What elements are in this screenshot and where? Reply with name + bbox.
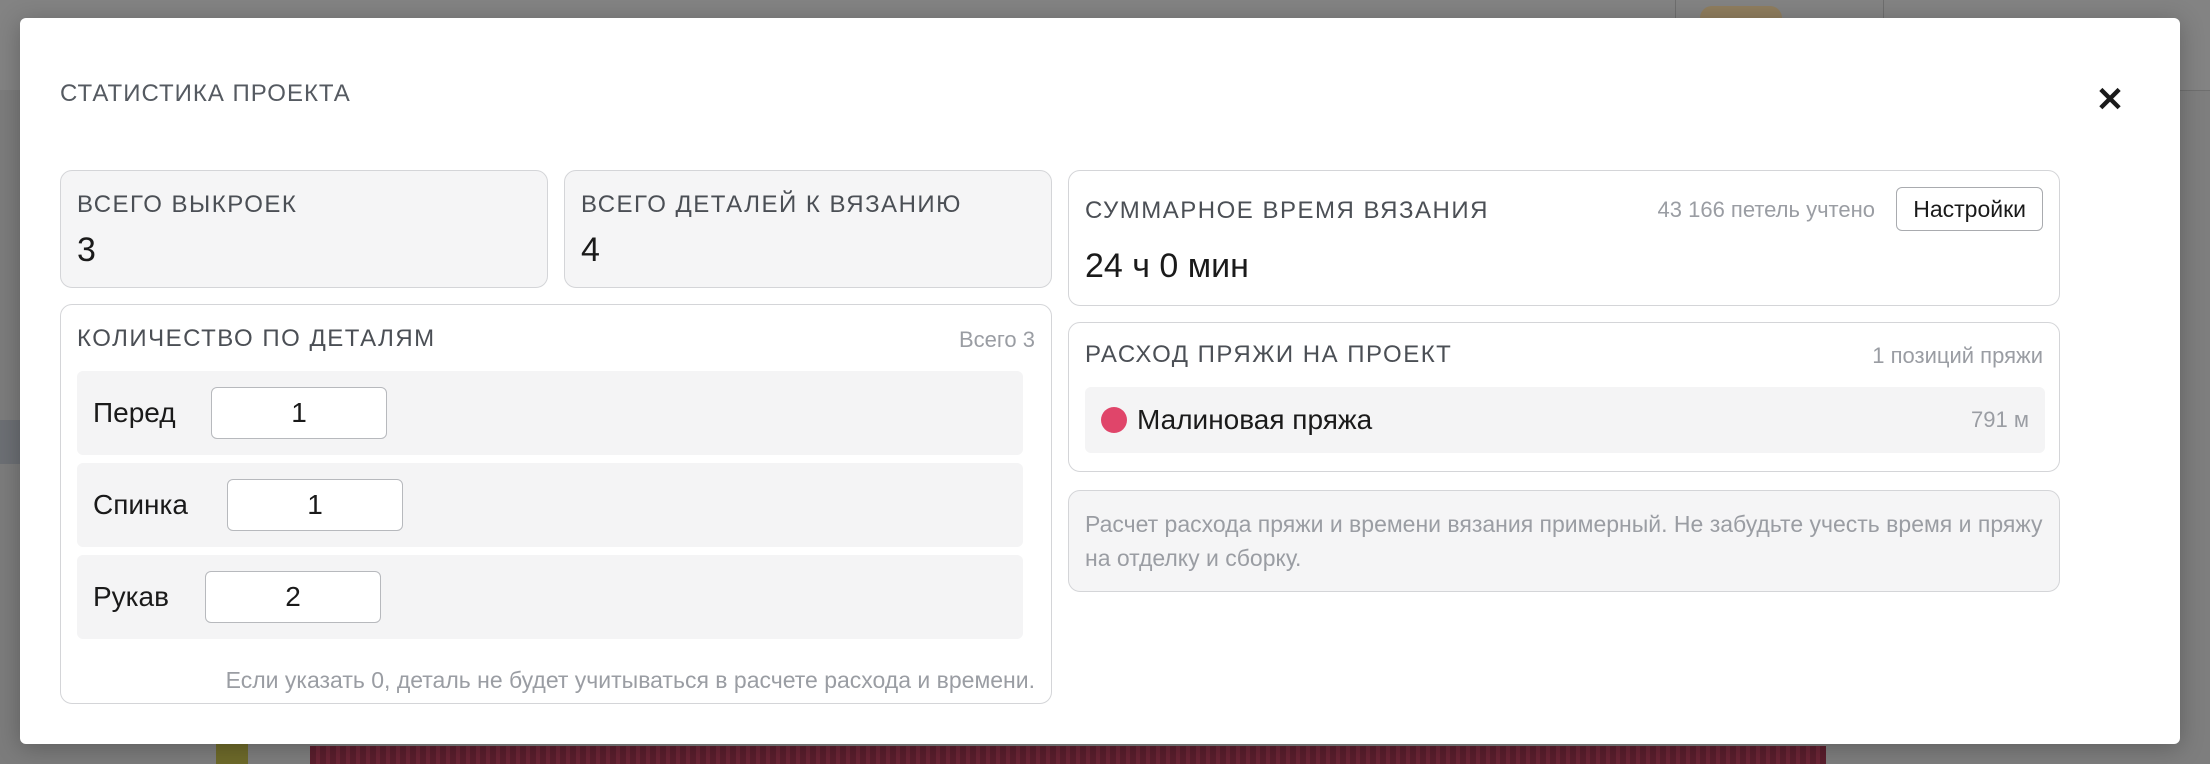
total-patterns-card: ВСЕГО ВЫКРОЕК 3 xyxy=(60,170,548,288)
part-name: Рукав xyxy=(93,581,169,612)
part-row: Рукав xyxy=(77,555,1023,639)
yarn-positions-count: 1 позиций пряжи xyxy=(1872,343,2043,368)
yarn-usage-label: РАСХОД ПРЯЖИ НА ПРОЕКТ xyxy=(1085,341,1453,368)
quantity-by-parts-card: КОЛИЧЕСТВО ПО ДЕТАЛЯМ Всего 3 Перед Спин… xyxy=(60,304,1052,704)
part-name: Перед xyxy=(93,397,176,428)
part-quantity-input[interactable] xyxy=(227,479,403,531)
part-name: Спинка xyxy=(93,489,188,520)
quantity-by-parts-label: КОЛИЧЕСТВО ПО ДЕТАЛЯМ xyxy=(77,325,436,352)
stitches-counted: 43 166 петель учтено xyxy=(1657,197,1875,222)
total-parts-value: 4 xyxy=(581,231,600,269)
yarn-length: 791 м xyxy=(1971,407,2029,432)
part-quantity-input[interactable] xyxy=(211,387,387,439)
background-selection xyxy=(0,420,22,464)
background-row-label xyxy=(216,744,248,764)
yarn-item: Малиновая пряжа 791 м xyxy=(1085,387,2045,453)
project-statistics-modal: СТАТИСТИКА ПРОЕКТА ✕ ВСЕГО ВЫКРОЕК 3 ВСЕ… xyxy=(20,18,2180,744)
knitting-time-card: СУММАРНОЕ ВРЕМЯ ВЯЗАНИЯ 43 166 петель уч… xyxy=(1068,170,2060,306)
yarn-usage-card: РАСХОД ПРЯЖИ НА ПРОЕКТ 1 позиций пряжи М… xyxy=(1068,322,2060,472)
total-patterns-label: ВСЕГО ВЫКРОЕК xyxy=(77,191,298,218)
part-row: Перед xyxy=(77,371,1023,455)
background-knit-chart-strip xyxy=(310,746,1826,764)
yarn-name: Малиновая пряжа xyxy=(1137,404,1373,435)
knitting-time-label: СУММАРНОЕ ВРЕМЯ ВЯЗАНИЯ xyxy=(1085,197,1489,224)
total-parts-card: ВСЕГО ДЕТАЛЕЙ К ВЯЗАНИЮ 4 xyxy=(564,170,1052,288)
estimate-note-card: Расчет расхода пряжи и времени вязания п… xyxy=(1068,490,2060,592)
quantity-hint: Если указать 0, деталь не будет учитыват… xyxy=(225,667,1035,693)
part-row: Спинка xyxy=(77,463,1023,547)
knitting-time-value: 24 ч 0 мин xyxy=(1085,247,1249,285)
modal-title: СТАТИСТИКА ПРОЕКТА xyxy=(60,80,351,107)
estimate-note-text: Расчет расхода пряжи и времени вязания п… xyxy=(1085,511,2043,571)
total-patterns-value: 3 xyxy=(77,231,96,269)
close-icon[interactable]: ✕ xyxy=(2092,82,2128,118)
yarn-color-swatch xyxy=(1101,407,1127,433)
quantity-total: Всего 3 xyxy=(958,327,1035,352)
part-quantity-input[interactable] xyxy=(205,571,381,623)
settings-button[interactable]: Настройки xyxy=(1896,187,2043,231)
total-parts-label: ВСЕГО ДЕТАЛЕЙ К ВЯЗАНИЮ xyxy=(581,191,962,218)
